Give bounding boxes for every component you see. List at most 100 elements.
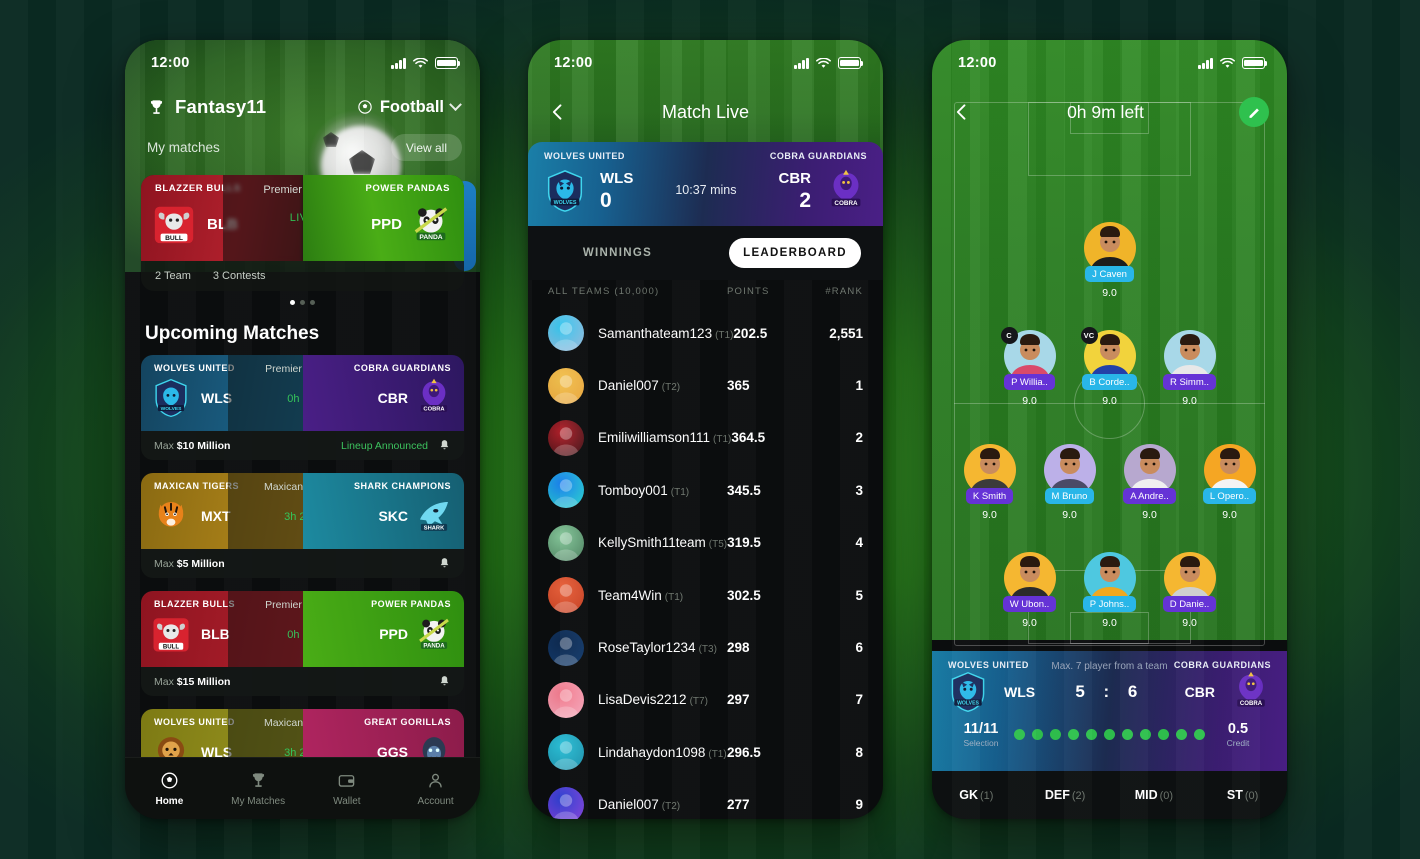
owl-avatar	[548, 629, 584, 666]
player-card[interactable]: VC B Corde.. 9.0	[1070, 327, 1150, 407]
upcoming-match-card[interactable]: BLAZZER BULLS BULL BLB Premier League 0h…	[141, 591, 464, 696]
leaderboard-row[interactable]: RoseTaylor1234 (T3) 298 6	[528, 621, 883, 673]
selection-dot	[1194, 729, 1205, 740]
carousel-dot[interactable]	[310, 300, 315, 305]
position-tab-mid[interactable]: MID (0)	[1110, 788, 1199, 802]
bull-logo-icon: BULL	[153, 618, 189, 652]
position-tab-st[interactable]: ST (0)	[1198, 788, 1287, 802]
bell-icon[interactable]	[438, 439, 451, 452]
player-card[interactable]: K Smith 9.0	[950, 444, 1030, 521]
player-card[interactable]: A Andre.. 9.0	[1110, 444, 1190, 521]
leaderboard-row[interactable]: Lindahaydon1098 (T1) 296.5 8	[528, 726, 883, 778]
status-time: 12:00	[554, 55, 593, 71]
team-count-badge: (T2)	[661, 801, 681, 813]
team-name: Daniel007 (T2)	[598, 797, 681, 813]
player-card[interactable]: P Johns.. 9.0	[1070, 552, 1150, 629]
tab-home[interactable]: Home	[125, 771, 214, 807]
team-count-badge: (T1)	[715, 329, 734, 341]
max-prize: Max $15 Million	[154, 675, 231, 688]
player-card[interactable]: L Opero.. 9.0	[1190, 444, 1270, 521]
selection-label: Selection	[963, 738, 999, 748]
match-live-tabs[interactable]: WINNINGS LEADERBOARD	[528, 226, 883, 280]
selection-counter: 11/11 Selection	[950, 721, 1012, 748]
player-name: A Andre..	[1123, 488, 1176, 504]
player-card[interactable]: J Caven 9.0	[1070, 222, 1150, 299]
sport-selector[interactable]: Football	[357, 97, 462, 117]
tab-leaderboard[interactable]: LEADERBOARD	[729, 238, 861, 268]
upcoming-card-footer: Max $10 Million Lineup Announced	[141, 431, 464, 460]
leaderboard-row[interactable]: Tomboy001 (T1) 345.5 3	[528, 464, 883, 516]
away-team-name: COBRA GUARDIANS	[353, 363, 451, 373]
position-tab-def[interactable]: DEF (2)	[1021, 788, 1110, 802]
team-count-badge: (T1)	[664, 591, 684, 603]
teams-count: 2 Team	[155, 270, 191, 282]
carousel-dot[interactable]	[290, 300, 295, 305]
player-name: R Simm..	[1162, 374, 1217, 390]
position-tab-gk[interactable]: GK (1)	[932, 788, 1021, 802]
page-title: Match Live	[661, 101, 750, 122]
team-summary-panel: WOLVES UNITED Max. 7 player from a team …	[932, 651, 1287, 771]
position-tab-bar[interactable]: GK (1) DEF (2) MID (0) ST (0)	[932, 771, 1287, 819]
team-name: Samanthateam123 (T1)	[598, 325, 734, 341]
contests-count: 3 Contests	[212, 270, 266, 282]
upcoming-match-card[interactable]: WOLVES UNITED WLS Maxican League 3h 29m …	[141, 709, 464, 757]
selection-value: 11/11	[963, 721, 999, 737]
player-name: P Willia..	[1004, 374, 1055, 390]
back-arrow-icon[interactable]	[952, 102, 972, 122]
credit-label: Credit	[1226, 738, 1250, 748]
bull-logo-icon: BULL	[154, 206, 194, 244]
status-bar: 12:00	[125, 40, 480, 86]
player-points: 9.0	[1022, 617, 1037, 629]
player-card[interactable]: D Danie.. 9.0	[1150, 552, 1230, 629]
tab-account[interactable]: Account	[391, 771, 480, 807]
edit-team-button[interactable]	[1239, 97, 1269, 127]
team-name: Lindahaydon1098 (T1)	[598, 744, 727, 760]
upcoming-match-card[interactable]: MAXICAN TIGERS MXT Maxican League 3h 29m…	[141, 473, 464, 578]
carousel-dot[interactable]	[300, 300, 305, 305]
player-card[interactable]: C P Willia.. 9.0	[990, 327, 1070, 407]
abstract-avatar	[548, 472, 584, 509]
leaderboard-row[interactable]: LisaDevis2212 (T7) 297 7	[528, 674, 883, 726]
position-count: (0)	[1159, 790, 1174, 802]
tab-wallet[interactable]: Wallet	[303, 771, 392, 807]
leaderboard-row[interactable]: KellySmith11team (T5) 319.5 4	[528, 517, 883, 569]
home-team-goals: 0	[600, 188, 612, 212]
svg-text:COBRA: COBRA	[834, 200, 858, 207]
tab-my matches[interactable]: My Matches	[214, 771, 303, 807]
leaderboard-row[interactable]: Daniel007 (T2) 277 9	[528, 779, 883, 819]
leaderboard-row[interactable]: Samanthateam123 (T1) 202.5 2,551	[528, 307, 883, 359]
leaderboard-row[interactable]: Emiliwilliamson111 (T1) 364.5 2	[528, 412, 883, 464]
leaderboard-row[interactable]: Team4Win (T1) 302.5 5	[528, 569, 883, 621]
bell-icon[interactable]	[438, 675, 451, 688]
view-all-button[interactable]: View all	[390, 134, 462, 161]
sport-label: Football	[379, 97, 444, 116]
rank-value: 2,551	[829, 325, 863, 341]
selection-dots	[1012, 729, 1207, 740]
selection-dot	[1050, 729, 1061, 740]
home-team-abbr: BLB	[201, 626, 230, 642]
team-count-badge: (T1)	[670, 486, 690, 498]
live-score-card: WOLVES UNITED COBRA GUARDIANS WOLVES WLS…	[528, 142, 883, 226]
player-card[interactable]: W Ubon.. 9.0	[990, 552, 1070, 629]
player-card[interactable]: R Simm.. 9.0	[1150, 330, 1230, 407]
leaderboard-row[interactable]: Daniel007 (T2) 365 1	[528, 359, 883, 411]
team-name: Team4Win (T1)	[598, 587, 684, 603]
signal-bars-icon	[794, 57, 809, 69]
my-match-card[interactable]: BLAZZER BULLS BULL BLB	[141, 175, 464, 291]
bell-icon[interactable]	[438, 557, 451, 570]
player-name: W Ubon..	[1002, 596, 1057, 612]
team-name: KellySmith11team (T5)	[598, 535, 728, 551]
home-team-abbr: WLS	[600, 169, 634, 187]
chevron-down-icon	[449, 97, 462, 111]
upcoming-match-card[interactable]: WOLVES UNITED WOLVES WLS Premier League …	[141, 355, 464, 460]
column-header-teams: ALL TEAMS (10,000)	[548, 286, 660, 297]
bottom-tab-bar[interactable]: Home My Matches Wallet Account	[125, 757, 480, 819]
carousel-dots[interactable]	[141, 300, 464, 305]
tiger-logo-icon	[158, 502, 184, 527]
tab-winnings[interactable]: WINNINGS	[528, 247, 707, 259]
lineup-status: Lineup Announced	[341, 439, 428, 452]
player-card[interactable]: M Bruno 9.0	[1030, 444, 1110, 521]
points-value: 202.5	[733, 325, 768, 341]
player-points: 9.0	[1102, 287, 1117, 299]
points-value: 277	[727, 797, 750, 813]
